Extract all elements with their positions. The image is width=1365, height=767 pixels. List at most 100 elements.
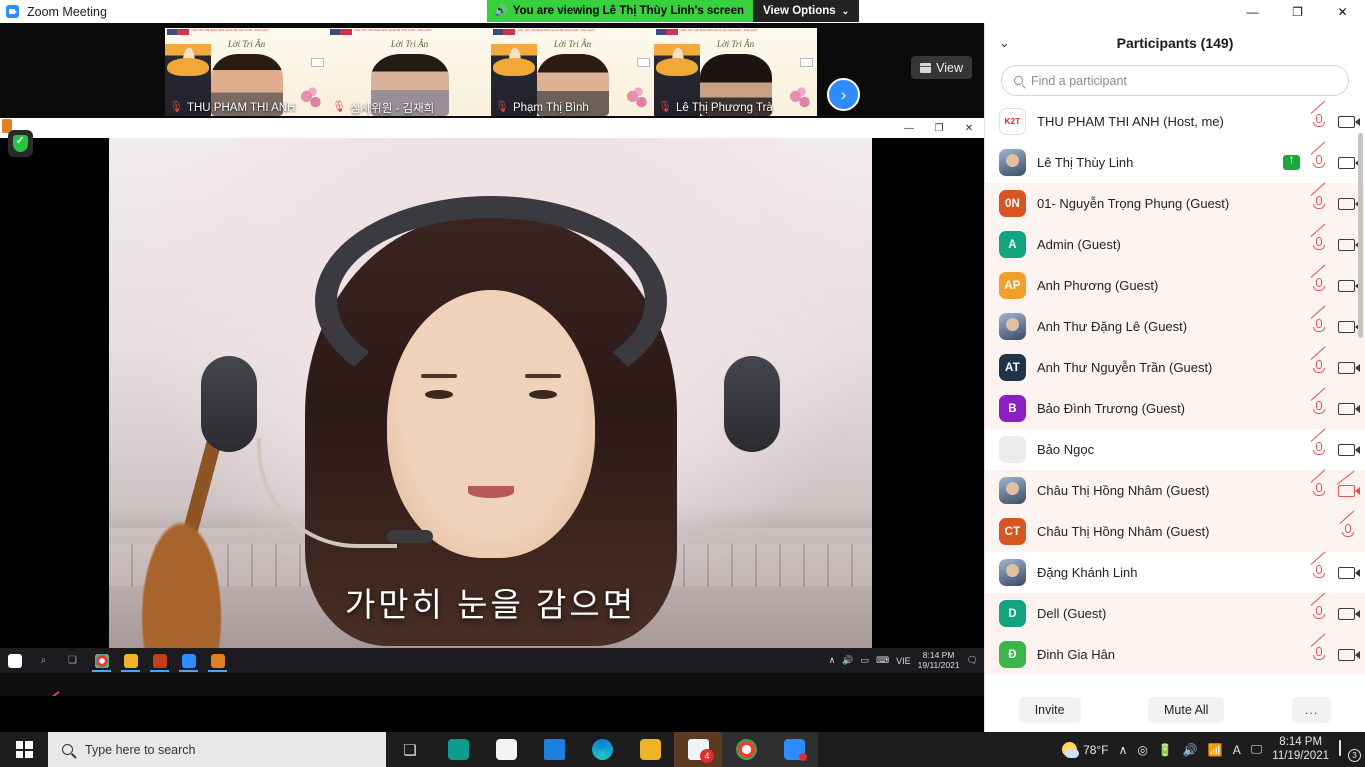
inner-zoom-icon[interactable] (174, 648, 203, 673)
inner-taskbar-icons: ⌕ ❏ (0, 648, 232, 673)
minimize-button[interactable]: — (1230, 0, 1275, 23)
mic-muted-icon[interactable] (1310, 223, 1326, 252)
shared-close-button[interactable]: ✕ (954, 123, 984, 134)
camera-off-icon[interactable] (1338, 484, 1360, 497)
camera-icon[interactable] (1338, 443, 1360, 456)
participant-row[interactable]: Châu Thị Hồng Nhâm (Guest) (985, 469, 1365, 511)
mic-muted-icon[interactable] (1310, 182, 1326, 211)
camera-icon[interactable] (1338, 238, 1360, 251)
mic-muted-icon[interactable] (1339, 510, 1355, 539)
zoom-meeting-taskbar-icon[interactable] (770, 732, 818, 767)
participant-row[interactable]: A Admin (Guest) (985, 223, 1365, 265)
dtu-app-icon[interactable] (434, 732, 482, 767)
maximize-button[interactable]: ❐ (1275, 0, 1320, 23)
mic-muted-icon[interactable] (1310, 551, 1326, 580)
inner-tray-caret[interactable]: ∧ (829, 655, 836, 666)
participants-more-button[interactable]: ... (1291, 697, 1332, 723)
start-button[interactable] (0, 732, 48, 767)
inner-keyboard-icon[interactable]: ⌨ (876, 655, 889, 666)
camera-icon[interactable] (1338, 115, 1360, 128)
participant-name: 01- Nguyễn Trọng Phụng (Guest) (1037, 196, 1230, 211)
mic-muted-icon[interactable] (1310, 346, 1326, 375)
inner-powerpoint-icon[interactable] (145, 648, 174, 673)
mic-muted-icon[interactable] (1310, 387, 1326, 416)
camera-icon[interactable] (1338, 648, 1360, 661)
taskbar-search-box[interactable]: Type here to search (48, 732, 386, 767)
action-center-icon[interactable]: 3 (1339, 739, 1361, 762)
inner-clock[interactable]: 8:14 PM 19/11/2021 (918, 650, 960, 671)
file-explorer-icon[interactable] (626, 732, 674, 767)
display-settings-icon[interactable]: 🖵 (1251, 742, 1263, 757)
inner-explorer-icon[interactable] (116, 648, 145, 673)
camera-tray-icon[interactable]: ◎ (1137, 743, 1147, 757)
task-view-icon[interactable]: ❏ (386, 732, 434, 767)
volume-icon[interactable]: 🔊 (1183, 743, 1198, 757)
wifi-icon[interactable]: 📶 (1208, 743, 1223, 757)
mail-icon[interactable] (530, 732, 578, 767)
camera-icon[interactable] (1338, 361, 1360, 374)
participant-row[interactable]: B Bảo Đình Trương (Guest) (985, 387, 1365, 429)
inner-network-icon[interactable]: ▭ (861, 655, 870, 666)
view-options-button[interactable]: View Options ⌄ (753, 0, 860, 22)
inner-taskview-icon[interactable]: ❏ (58, 648, 87, 673)
participant-row[interactable]: Lê Thị Thùy Linh (985, 141, 1365, 183)
participant-row[interactable]: Bảo Ngọc (985, 428, 1365, 470)
camera-icon[interactable] (1338, 607, 1360, 620)
participant-search-box[interactable] (1001, 65, 1349, 96)
mic-muted-icon[interactable] (1310, 633, 1326, 662)
chrome-taskbar-icon[interactable] (722, 732, 770, 767)
camera-icon[interactable] (1338, 320, 1360, 333)
mic-muted-icon[interactable] (1310, 469, 1326, 498)
search-input[interactable] (1031, 73, 1336, 88)
collapse-panel-button[interactable]: ⌄ (999, 35, 1010, 51)
video-thumbnail[interactable]: cuộc thi tìm hiểu mối quan hệ việt nam -… (165, 28, 328, 116)
mic-muted-icon[interactable] (1310, 264, 1326, 293)
mic-muted-icon[interactable] (1310, 592, 1326, 621)
participants-list[interactable]: K2T THU PHAM THI ANH (Host, me) Lê Thị Thù… (985, 101, 1365, 688)
taskbar-clock[interactable]: 8:14 PM 11/19/2021 (1272, 736, 1329, 764)
panel-scrollbar[interactable] (1358, 133, 1363, 338)
mic-muted-icon[interactable] (1310, 101, 1326, 129)
inner-language-indicator[interactable]: VIE (896, 656, 911, 666)
inner-chrome-icon[interactable] (87, 648, 116, 673)
shared-minimize-button[interactable]: — (894, 123, 924, 134)
participant-row[interactable]: Anh Thư Đặng Lê (Guest) (985, 305, 1365, 347)
weather-widget[interactable]: 78°F (1062, 742, 1109, 758)
video-thumbnail[interactable]: cuộc thi tìm hiểu mối quan hệ việt nam -… (491, 28, 654, 116)
camera-icon[interactable] (1338, 402, 1360, 415)
participant-row[interactable]: D Dell (Guest) (985, 592, 1365, 634)
inner-notifications-icon[interactable]: 🗨 (967, 655, 978, 666)
inner-volume-icon[interactable]: 🔊 (842, 655, 853, 666)
participant-row[interactable]: Đ Đinh Gia Hân (985, 633, 1365, 675)
participant-row[interactable]: AT Anh Thư Nguyễn Trần (Guest) (985, 346, 1365, 388)
language-icon[interactable]: A (1233, 743, 1241, 757)
microsoft-store-icon[interactable] (482, 732, 530, 767)
video-thumbnail[interactable]: cuộc thi tìm hiểu mối quan hệ việt nam -… (328, 28, 491, 116)
mic-muted-icon[interactable] (1310, 305, 1326, 334)
camera-icon[interactable] (1338, 566, 1360, 579)
camera-icon[interactable] (1338, 279, 1360, 292)
inner-start-button[interactable] (0, 648, 29, 673)
zoom-taskbar-icon[interactable]: 4 (674, 732, 722, 767)
invite-button[interactable]: Invite (1018, 697, 1081, 723)
mute-all-button[interactable]: Mute All (1148, 697, 1225, 723)
shared-maximize-button[interactable]: ❐ (924, 123, 954, 134)
battery-icon[interactable]: 🔋 (1158, 743, 1173, 757)
inner-search-icon[interactable]: ⌕ (29, 648, 58, 673)
video-thumbnail[interactable]: cuộc thi tìm hiểu mối quan hệ việt nam -… (654, 28, 817, 116)
participant-row[interactable]: K2T THU PHAM THI ANH (Host, me) (985, 101, 1365, 142)
tray-expand-caret[interactable]: ∧ (1119, 743, 1128, 757)
edge-icon[interactable] (578, 732, 626, 767)
mic-muted-icon[interactable] (1310, 428, 1326, 457)
participant-row[interactable]: 0N 01- Nguyễn Trọng Phụng (Guest) (985, 182, 1365, 224)
participant-row[interactable]: Đặng Khánh Linh (985, 551, 1365, 593)
view-layout-button[interactable]: View (911, 56, 972, 79)
participant-row[interactable]: CT Châu Thị Hồng Nhâm (Guest) (985, 510, 1365, 552)
camera-icon[interactable] (1338, 197, 1360, 210)
camera-icon[interactable] (1338, 156, 1360, 169)
inner-media-icon[interactable] (203, 648, 232, 673)
mic-muted-icon[interactable] (1310, 141, 1326, 170)
filmstrip-next-button[interactable]: › (827, 78, 860, 111)
close-button[interactable]: ✕ (1320, 0, 1365, 23)
participant-row[interactable]: AP Anh Phương (Guest) (985, 264, 1365, 306)
